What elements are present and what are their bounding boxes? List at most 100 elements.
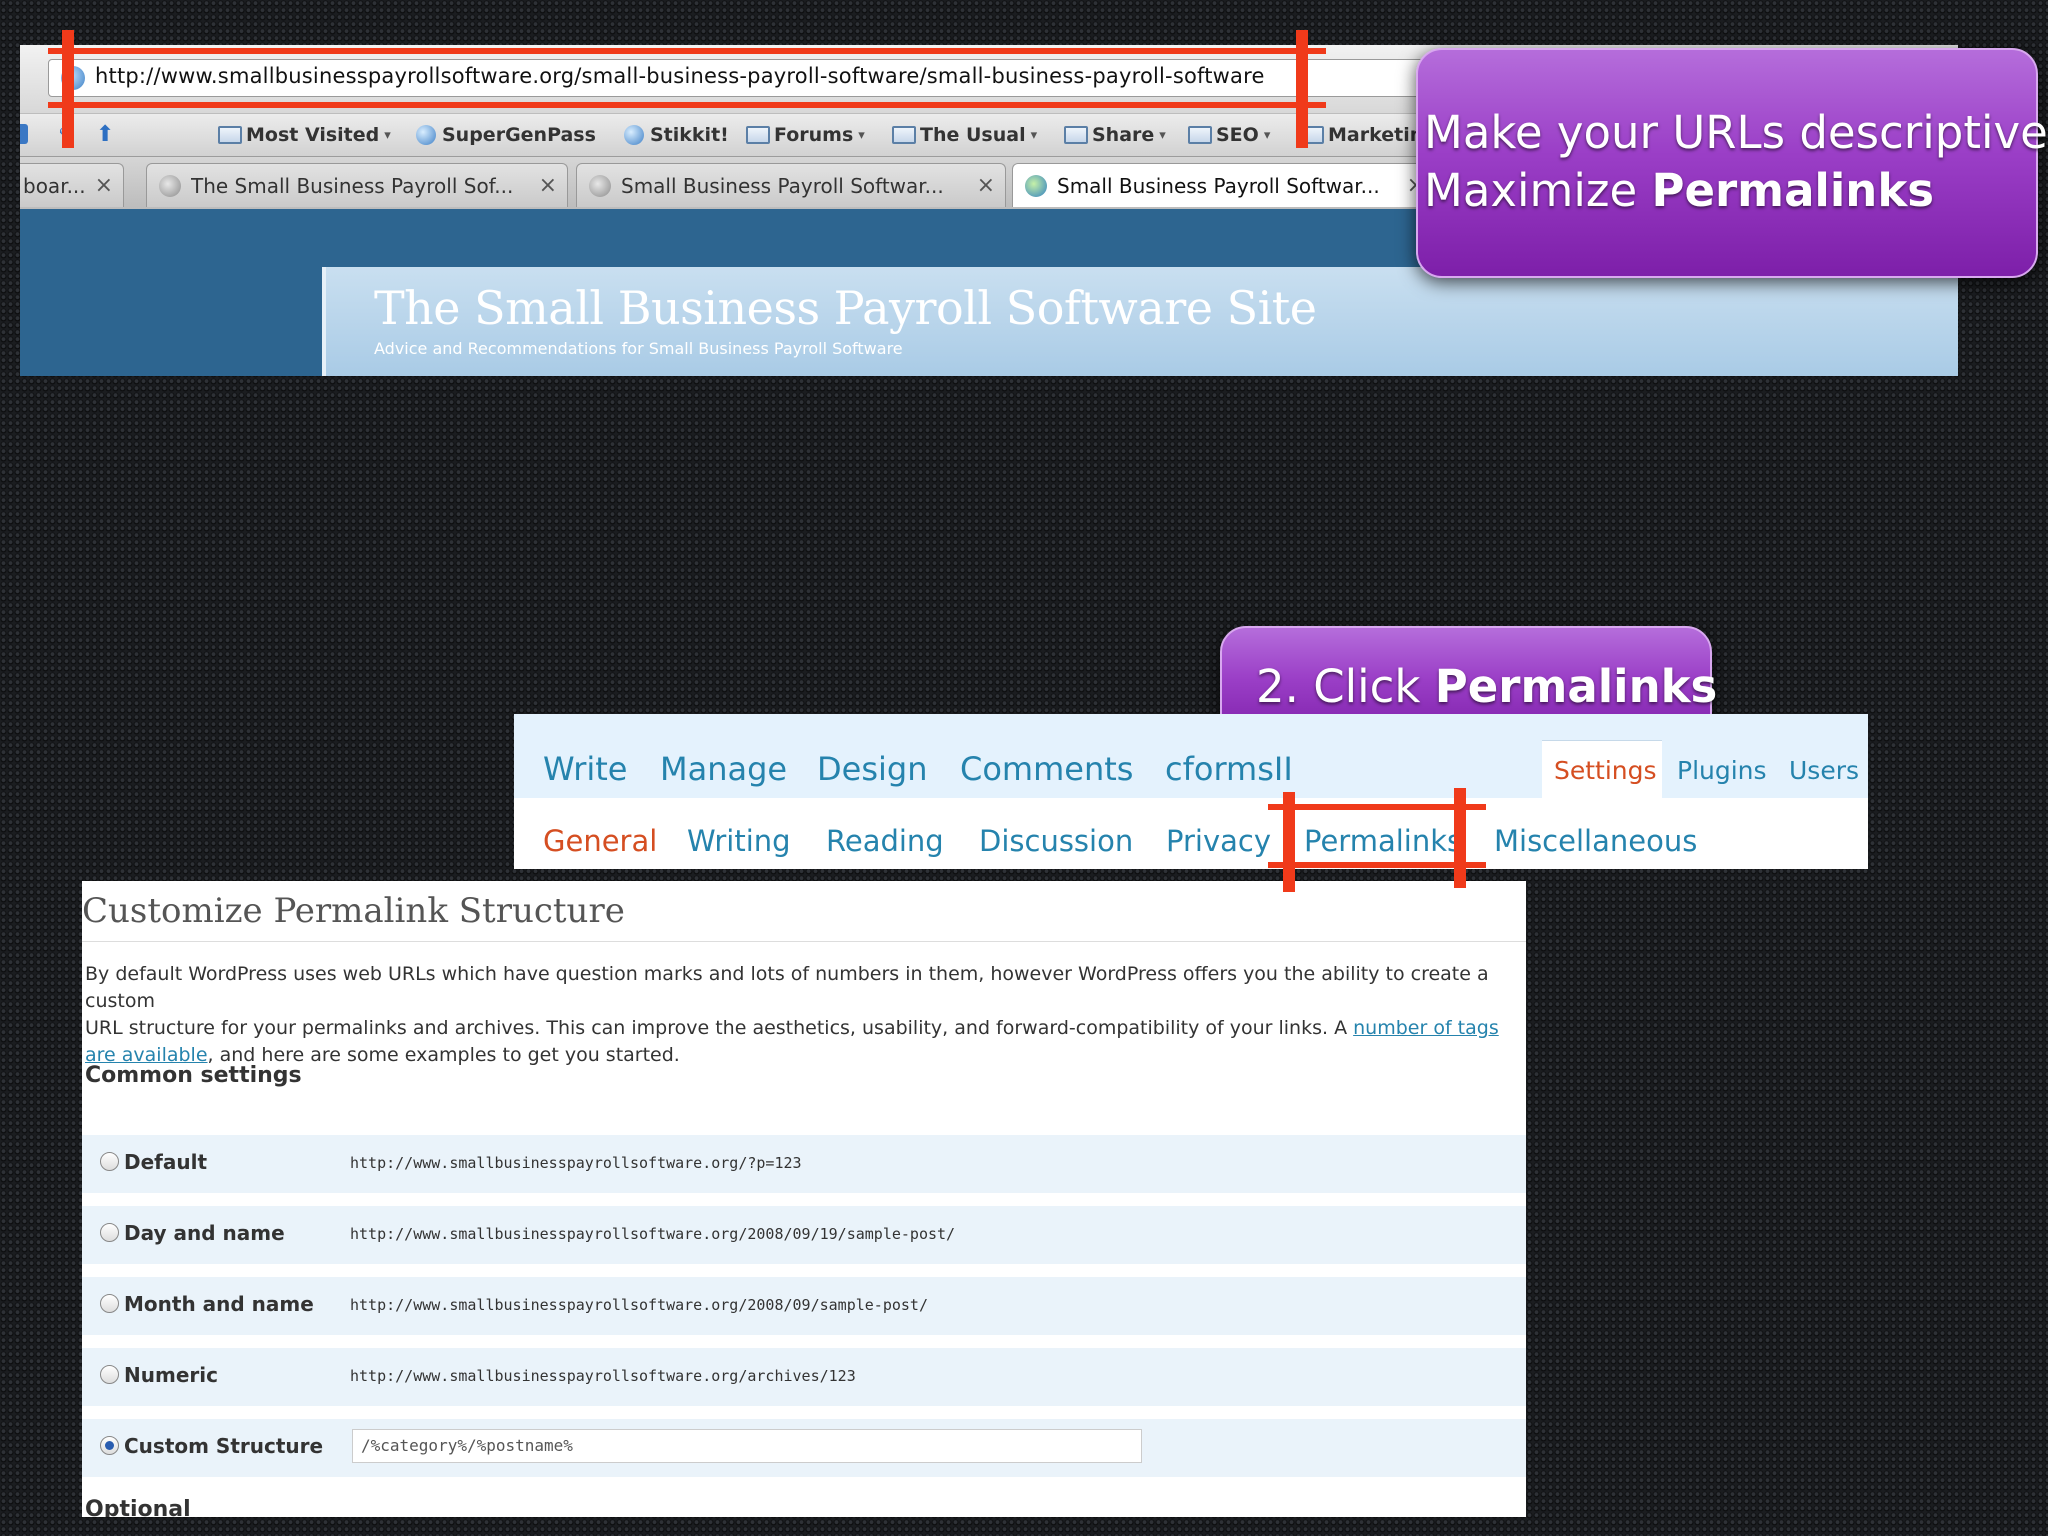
close-icon[interactable]: × — [977, 173, 995, 198]
bookmark-label: Forums — [774, 124, 854, 146]
bookmark-label: Most Visited — [246, 124, 380, 146]
tab-label: Small Business Payroll Softwar... — [1057, 173, 1380, 198]
folder-icon — [892, 126, 916, 144]
bookmark-share[interactable]: Share ▾ — [1064, 122, 1166, 148]
option-row-default[interactable]: Default http://www.smallbusinesspayrolls… — [82, 1135, 1526, 1193]
bookmark-label: SEO — [1216, 124, 1259, 146]
subnav-miscellaneous[interactable]: Miscellaneous — [1494, 824, 1697, 858]
option-row-day-and-name[interactable]: Day and name http://www.smallbusinesspay… — [82, 1206, 1526, 1264]
nav-manage[interactable]: Manage — [660, 750, 787, 788]
panel-title: Customize Permalink Structure — [82, 891, 625, 931]
chevron-down-icon: ▾ — [1263, 127, 1271, 143]
option-row-month-and-name[interactable]: Month and name http://www.smallbusinessp… — [82, 1277, 1526, 1335]
browser-tab[interactable]: Small Business Payroll Softwar... × — [576, 163, 1006, 207]
wp-admin-nav: Write Manage Design Comments cformsII Se… — [514, 714, 1868, 869]
option-example-url: http://www.smallbusinesspayrollsoftware.… — [350, 1154, 802, 1172]
radio-custom-structure[interactable] — [100, 1436, 119, 1455]
globe-icon — [416, 125, 436, 145]
option-label: Default — [124, 1150, 208, 1174]
callout-line-2: Maximize Permalinks — [1424, 164, 1934, 217]
nav-comments[interactable]: Comments — [960, 750, 1133, 788]
nav-users[interactable]: Users — [1789, 756, 1859, 785]
highlight-line-top — [48, 48, 1326, 54]
tab-label: Small Business Payroll Softwar... — [621, 173, 944, 198]
globe-icon — [624, 125, 644, 145]
home-icon[interactable]: ⬆ — [96, 122, 114, 147]
bookmark-stikkit[interactable]: Stikkit! — [624, 122, 729, 148]
permalinks-line-top — [1268, 804, 1486, 810]
permalinks-line-bottom — [1268, 862, 1486, 868]
bookmark-label: The Usual — [920, 124, 1026, 146]
callout-step-text: 2. Click Permalinks — [1256, 660, 1717, 713]
nav-design[interactable]: Design — [817, 750, 927, 788]
bookmark-the-usual[interactable]: The Usual ▾ — [892, 122, 1037, 148]
nav-settings[interactable]: Settings — [1554, 756, 1657, 785]
bookmark-seo[interactable]: SEO ▾ — [1188, 122, 1270, 148]
folder-icon — [1188, 126, 1212, 144]
chevron-down-icon: ▾ — [858, 127, 865, 143]
callout-step-prefix: 2. Click — [1256, 660, 1435, 713]
folder-icon — [1064, 126, 1088, 144]
nav-write[interactable]: Write — [543, 750, 627, 788]
common-settings-heading: Common settings — [85, 1063, 302, 1088]
tab-favicon-icon — [1025, 174, 1047, 197]
option-example-url: http://www.smallbusinesspayrollsoftware.… — [350, 1367, 856, 1385]
browser-tab[interactable]: The Small Business Payroll Sof... × — [146, 163, 568, 207]
radio-day-and-name[interactable] — [100, 1223, 119, 1242]
site-header: The Small Business Payroll Software Site… — [322, 267, 1958, 376]
custom-structure-input[interactable]: /%category%/%postname% — [352, 1429, 1142, 1463]
highlight-line-bottom — [48, 102, 1326, 108]
option-label: Month and name — [124, 1292, 314, 1316]
bookmark-supergenpass[interactable]: SuperGenPass — [416, 122, 596, 148]
folder-icon — [746, 126, 770, 144]
callout-line-1: Make your URLs descriptive. — [1424, 106, 2048, 159]
folder-icon — [218, 126, 242, 144]
bookmark-edge-icon — [20, 124, 28, 144]
bookmark-most-visited[interactable]: Most Visited ▾ — [218, 122, 391, 148]
option-row-numeric[interactable]: Numeric http://www.smallbusinesspayrolls… — [82, 1348, 1526, 1406]
callout-step-bold: Permalinks — [1434, 660, 1718, 713]
subnav-permalinks[interactable]: Permalinks — [1304, 824, 1462, 858]
nav-plugins[interactable]: Plugins — [1677, 756, 1767, 785]
subnav-writing[interactable]: Writing — [687, 824, 791, 858]
callout-descriptive-urls: Make your URLs descriptive. Maximize Per… — [1416, 48, 2048, 278]
radio-month-and-name[interactable] — [100, 1294, 119, 1313]
callout-line-2-prefix: Maximize — [1424, 164, 1652, 217]
permalink-settings-panel: Customize Permalink Structure By default… — [82, 881, 1526, 1517]
option-example-url: http://www.smallbusinesspayrollsoftware.… — [350, 1225, 956, 1243]
radio-default[interactable] — [100, 1152, 119, 1171]
bookmark-label: Share — [1092, 124, 1155, 146]
optional-heading: Optional — [85, 1497, 191, 1517]
option-label: Day and name — [124, 1221, 285, 1245]
tab-label: boar... — [23, 173, 85, 198]
subnav-reading[interactable]: Reading — [826, 824, 944, 858]
chevron-down-icon: ▾ — [384, 127, 391, 143]
bookmark-forums[interactable]: Forums ▾ — [746, 122, 865, 148]
intro-line-2: URL structure for your permalinks and ar… — [85, 1017, 1354, 1039]
tab-favicon-icon — [589, 174, 611, 197]
chevron-down-icon: ▾ — [1030, 127, 1038, 143]
radio-numeric[interactable] — [100, 1365, 119, 1384]
nav-cformsii[interactable]: cformsII — [1165, 750, 1293, 788]
bookmark-label: SuperGenPass — [442, 124, 596, 146]
site-title: The Small Business Payroll Software Site — [374, 281, 1317, 335]
option-example-url: http://www.smallbusinesspayrollsoftware.… — [350, 1296, 928, 1314]
subnav-discussion[interactable]: Discussion — [979, 824, 1133, 858]
option-row-custom-structure[interactable]: Custom Structure /%category%/%postname% — [82, 1419, 1526, 1477]
option-label: Custom Structure — [124, 1434, 324, 1458]
browser-tab-active[interactable]: Small Business Payroll Softwar...× — [1012, 163, 1436, 207]
wp-main-menu: Write Manage Design Comments cformsII Se… — [514, 714, 1868, 799]
close-icon[interactable]: × — [539, 173, 557, 198]
address-bar[interactable]: http://www.smallbusinesspayrollsoftware.… — [48, 59, 1450, 97]
tab-label: The Small Business Payroll Sof... — [191, 173, 514, 198]
intro-paragraph: By default WordPress uses web URLs which… — [85, 961, 1525, 1069]
address-url[interactable]: http://www.smallbusinesspayrollsoftware.… — [95, 64, 1265, 88]
callout-line-2-bold: Permalinks — [1651, 164, 1935, 217]
subnav-general[interactable]: General — [543, 824, 657, 858]
close-icon[interactable]: × — [95, 173, 113, 198]
site-tagline: Advice and Recommendations for Small Bus… — [374, 339, 903, 358]
title-divider — [82, 941, 1526, 942]
bookmark-label: Stikkit! — [650, 124, 729, 146]
browser-tab[interactable]: boar... × — [20, 163, 124, 207]
subnav-privacy[interactable]: Privacy — [1166, 824, 1271, 858]
